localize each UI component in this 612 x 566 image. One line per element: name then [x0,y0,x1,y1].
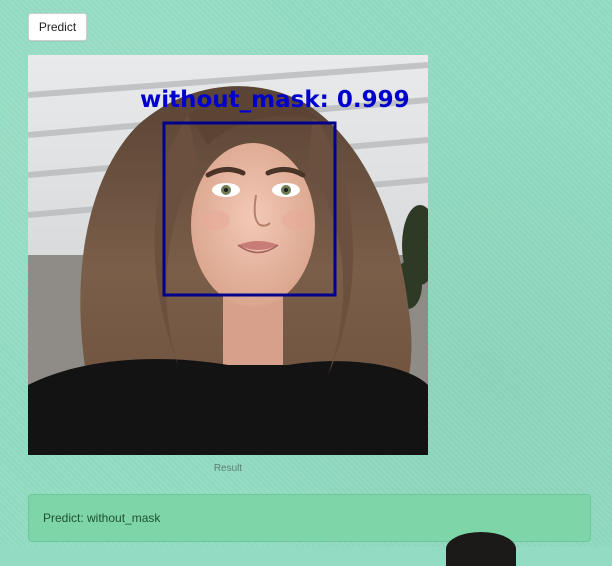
background-object [446,532,516,566]
predict-button[interactable]: Predict [28,13,87,41]
portrait-photo: without_mask: 0.999 [28,55,428,455]
prediction-alert: Predict: without_mask [28,494,591,542]
detection-label: without_mask: 0.999 [140,87,410,113]
result-image: without_mask: 0.999 [28,55,428,455]
result-caption: Result [213,463,243,474]
prediction-text: Predict: without_mask [43,511,161,525]
